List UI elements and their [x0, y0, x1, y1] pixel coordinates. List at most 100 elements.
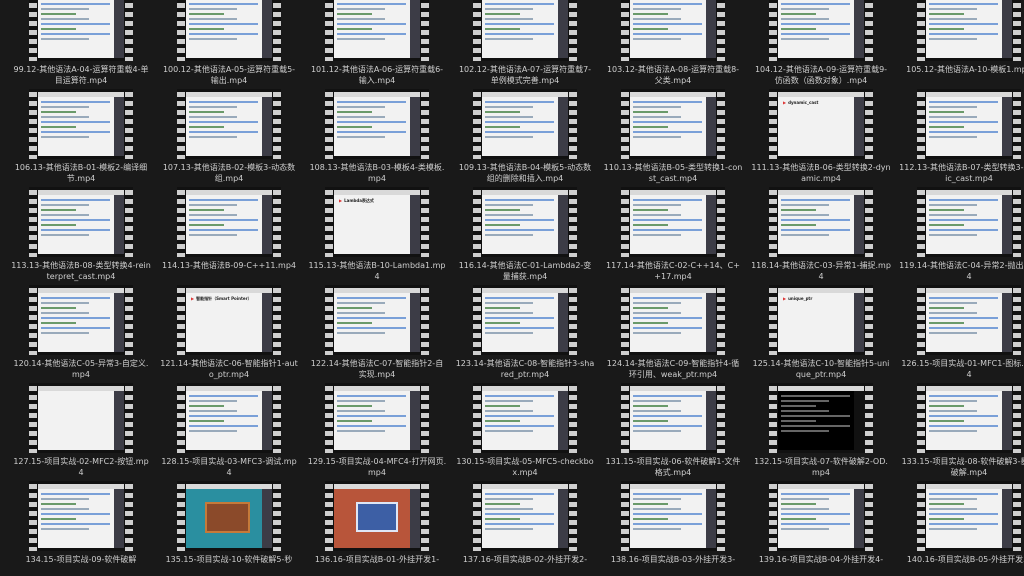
film-strip-edge [1013, 481, 1021, 551]
file-item[interactable]: 110.13-其他语法B-05-类型转换1-const_cast.mp4 [599, 86, 747, 184]
file-item[interactable]: 105.12-其他语法A-10-模板1.mp4 [895, 0, 1024, 86]
film-strip-edge [569, 89, 577, 159]
video-thumbnail [621, 481, 725, 551]
file-name-label: 113.13-其他语法B-08-类型转换4-reinterpret_cast.m… [11, 261, 151, 281]
file-item[interactable]: 124.14-其他语法C-09-智能指针4-循环引用、weak_ptr.mp4 [599, 282, 747, 380]
film-strip-edge [421, 383, 429, 453]
file-name-label: 99.12-其他语法A-04-运算符重载4-单目运算符.mp4 [13, 65, 149, 85]
thumbnail-frame: Lambda表达式 [334, 190, 420, 254]
thumbnail-frame [778, 0, 864, 58]
thumbnail-frame [334, 92, 420, 156]
thumbnail-frame [186, 484, 272, 548]
file-item[interactable]: dynamic_cast 111.13-其他语法B-06-类型转换2-dynami… [747, 86, 895, 184]
thumbnail-frame [630, 0, 716, 58]
thumbnail-frame [334, 386, 420, 450]
file-item[interactable]: 128.15-项目实战-03-MFC3-调试.mp4 [155, 380, 303, 478]
thumbnail-title: dynamic_cast [783, 100, 818, 105]
file-item[interactable]: 99.12-其他语法A-04-运算符重载4-单目运算符.mp4 [7, 0, 155, 86]
file-item[interactable]: 132.15-项目实战-07-软件破解2-OD.mp4 [747, 380, 895, 478]
file-item[interactable]: 137.16-项目实战B-02-外挂开发2- [451, 478, 599, 576]
file-item[interactable]: 107.13-其他语法B-02-模板3-动态数组.mp4 [155, 86, 303, 184]
thumbnail-frame [334, 484, 420, 548]
file-item[interactable]: 130.15-项目实战-05-MFC5-checkbox.mp4 [451, 380, 599, 478]
thumbnail-frame [926, 92, 1012, 156]
file-item[interactable]: unique_ptr 125.14-其他语法C-10-智能指针5-unique_p… [747, 282, 895, 380]
film-strip-edge [273, 0, 281, 61]
film-strip-edge [473, 89, 481, 159]
file-name-label: 106.13-其他语法B-01-模板2-编译细节.mp4 [14, 163, 148, 183]
film-strip-edge [273, 285, 281, 355]
film-strip-edge [29, 481, 37, 551]
file-item[interactable]: 131.15-项目实战-06-软件破解1-文件格式.mp4 [599, 380, 747, 478]
file-item[interactable]: 100.12-其他语法A-05-运算符重载5-输出.mp4 [155, 0, 303, 86]
file-item[interactable]: 114.13-其他语法B-09-C++11.mp4 [155, 184, 303, 282]
file-name-label: 131.15-项目实战-06-软件破解1-文件格式.mp4 [605, 457, 741, 477]
film-strip-edge [717, 0, 725, 61]
film-strip-edge [177, 89, 185, 159]
film-strip-edge [177, 0, 185, 61]
film-strip-edge [569, 0, 577, 61]
file-name-label: 128.15-项目实战-03-MFC3-调试.mp4 [161, 457, 297, 477]
file-item[interactable]: 118.14-其他语法C-03-异常1-捕捉.mp4 [747, 184, 895, 282]
thumbnail-frame [186, 190, 272, 254]
film-strip-edge [473, 187, 481, 257]
file-item[interactable]: 103.12-其他语法A-08-运算符重载8-父类.mp4 [599, 0, 747, 86]
film-strip-edge [865, 0, 873, 61]
thumbnail-frame [482, 190, 568, 254]
film-strip-edge [917, 89, 925, 159]
thumbnail-frame [482, 484, 568, 548]
file-item[interactable]: 109.13-其他语法B-04-模板5-动态数组的删除和插入.mp4 [451, 86, 599, 184]
film-strip-edge [29, 89, 37, 159]
video-thumbnail [769, 383, 873, 453]
thumbnail-frame [334, 288, 420, 352]
file-item[interactable]: 122.14-其他语法C-07-智能指针2-自实现.mp4 [303, 282, 451, 380]
file-item[interactable]: 127.15-项目实战-02-MFC2-按钮.mp4 [7, 380, 155, 478]
file-name-label: 135.15-项目实战-10-软件破解5-秒 [165, 555, 293, 564]
file-item[interactable]: 135.15-项目实战-10-软件破解5-秒 [155, 478, 303, 576]
film-strip-edge [177, 383, 185, 453]
film-strip-edge [769, 187, 777, 257]
file-item[interactable]: 134.15-项目实战-09-软件破解 [7, 478, 155, 576]
film-strip-edge [621, 0, 629, 61]
file-item[interactable]: 123.14-其他语法C-08-智能指针3-shared_ptr.mp4 [451, 282, 599, 380]
file-item[interactable]: 102.12-其他语法A-07-运算符重载7-单例模式完善.mp4 [451, 0, 599, 86]
film-strip-edge [865, 481, 873, 551]
file-item[interactable]: Lambda表达式 115.13-其他语法B-10-Lambda1.mp4 [303, 184, 451, 282]
film-strip-edge [769, 285, 777, 355]
file-name-label: 133.15-项目实战-08-软件破解3-暴力破解.mp4 [901, 457, 1024, 477]
film-strip-edge [325, 285, 333, 355]
file-item[interactable]: 104.12-其他语法A-09-运算符重载9-仿函数（函数对象）.mp4 [747, 0, 895, 86]
file-item[interactable]: 101.12-其他语法A-06-运算符重载6-输入.mp4 [303, 0, 451, 86]
file-item[interactable]: 138.16-项目实战B-03-外挂开发3- [599, 478, 747, 576]
file-item[interactable]: 136.16-项目实战B-01-外挂开发1- [303, 478, 451, 576]
video-thumbnail [917, 0, 1021, 61]
thumbnail-frame [38, 92, 124, 156]
file-item[interactable]: 139.16-项目实战B-04-外挂开发4- [747, 478, 895, 576]
video-thumbnail [769, 481, 873, 551]
file-item[interactable]: 140.16-项目实战B-05-外挂开发5- [895, 478, 1024, 576]
film-strip-edge [1013, 0, 1021, 61]
film-strip-edge [717, 285, 725, 355]
file-item[interactable]: 120.14-其他语法C-05-异常3-自定义.mp4 [7, 282, 155, 380]
video-thumbnail [769, 187, 873, 257]
file-item[interactable]: 119.14-其他语法C-04-异常2-抛出.mp4 [895, 184, 1024, 282]
film-strip-edge [865, 383, 873, 453]
file-item[interactable]: 108.13-其他语法B-03-模板4-类模板.mp4 [303, 86, 451, 184]
file-item[interactable]: 106.13-其他语法B-01-模板2-编译细节.mp4 [7, 86, 155, 184]
video-thumbnail [29, 89, 133, 159]
file-item[interactable]: 116.14-其他语法C-01-Lambda2-变量捕获.mp4 [451, 184, 599, 282]
thumbnail-frame [926, 190, 1012, 254]
file-item[interactable]: 126.15-项目实战-01-MFC1-图标.mp4 [895, 282, 1024, 380]
film-strip-edge [273, 89, 281, 159]
video-thumbnail [325, 0, 429, 61]
file-name-label: 116.14-其他语法C-01-Lambda2-变量捕获.mp4 [458, 261, 592, 281]
film-strip-edge [1013, 187, 1021, 257]
file-item[interactable]: 117.14-其他语法C-02-C++14、C++17.mp4 [599, 184, 747, 282]
file-item[interactable]: 112.13-其他语法B-07-类型转换3-static_cast.mp4 [895, 86, 1024, 184]
film-strip-edge [421, 481, 429, 551]
thumbnail-frame [334, 0, 420, 58]
file-item[interactable]: 智能指针（Smart Pointer） 121.14-其他语法C-06-智能指针1… [155, 282, 303, 380]
file-item[interactable]: 129.15-项目实战-04-MFC4-打开网页.mp4 [303, 380, 451, 478]
file-item[interactable]: 113.13-其他语法B-08-类型转换4-reinterpret_cast.m… [7, 184, 155, 282]
file-item[interactable]: 133.15-项目实战-08-软件破解3-暴力破解.mp4 [895, 380, 1024, 478]
